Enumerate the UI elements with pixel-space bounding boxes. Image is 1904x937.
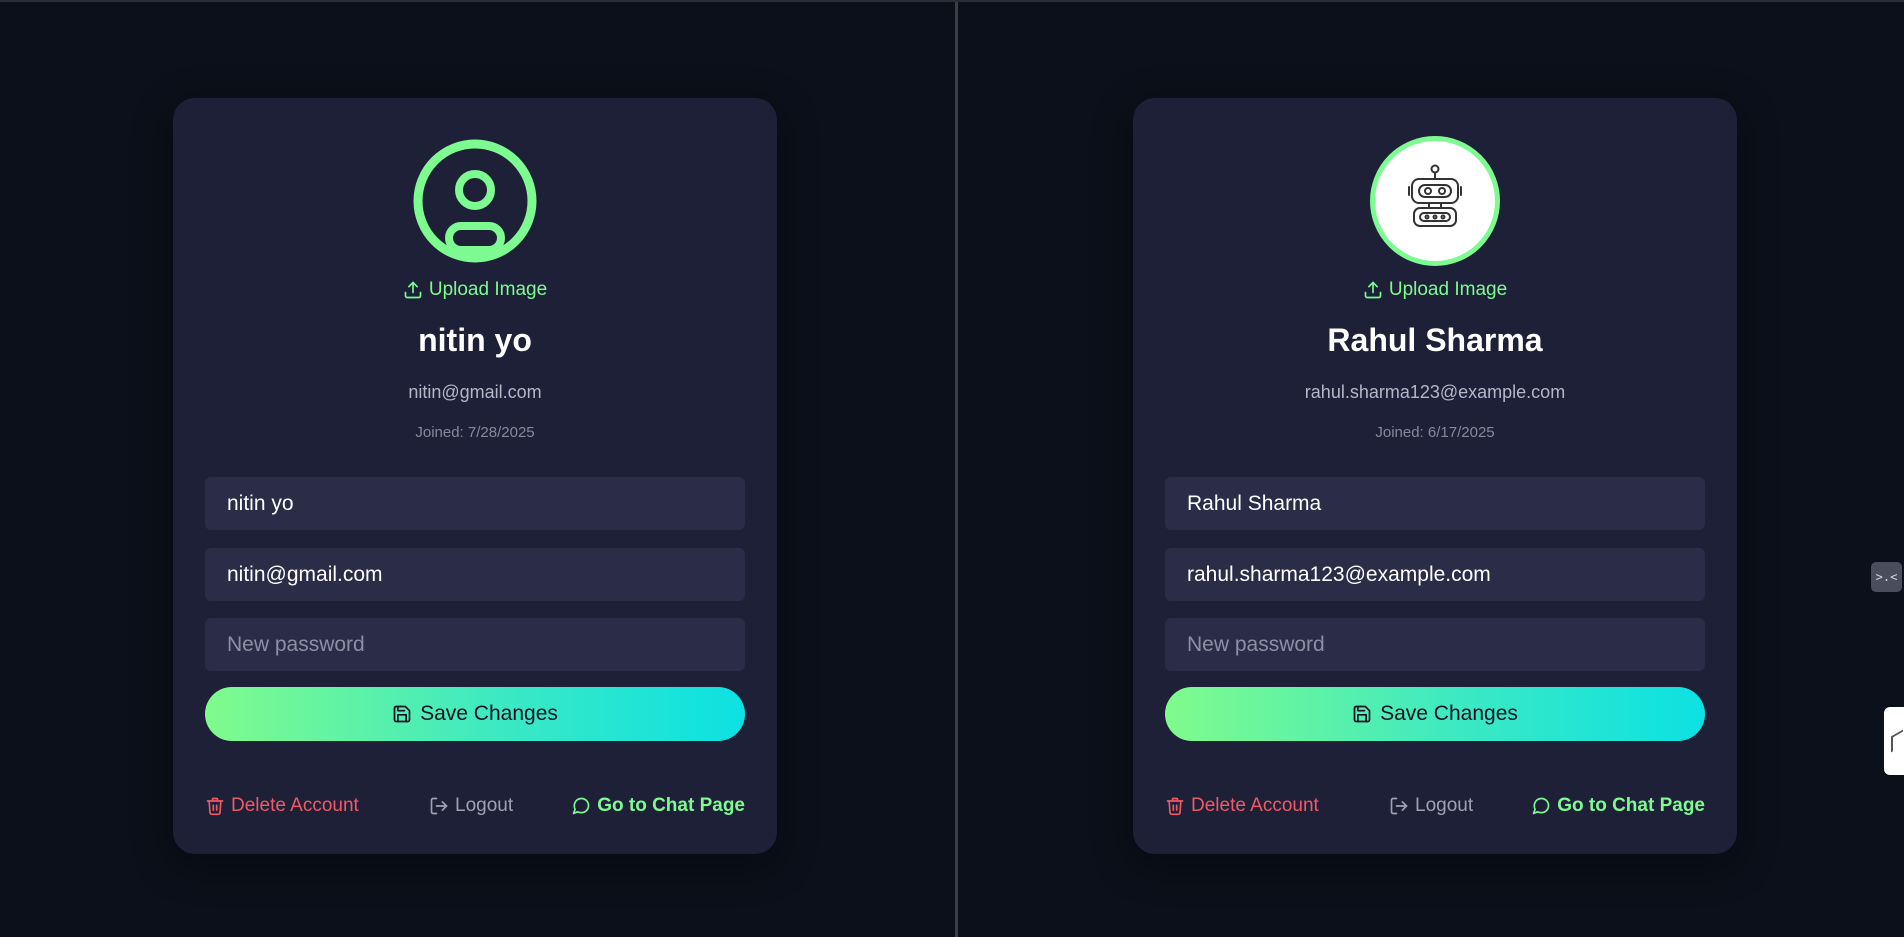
upload-image-button[interactable]: Upload Image	[173, 279, 777, 301]
new-password-field[interactable]	[1165, 618, 1705, 671]
save-icon	[1353, 705, 1371, 723]
account-actions: Delete Account Logout Go to Chat Page	[205, 795, 745, 819]
chevron-icon	[1891, 729, 1903, 753]
floating-widget-label: >.<	[1875, 570, 1898, 584]
delete-account-label: Delete Account	[231, 795, 359, 816]
floating-widget-button[interactable]: >.<	[1871, 562, 1902, 592]
chat-bubble-icon	[572, 797, 590, 815]
trash-icon	[1166, 797, 1184, 816]
avatar	[1370, 136, 1500, 266]
upload-image-label: Upload Image	[428, 279, 548, 300]
delete-account-button[interactable]: Delete Account	[205, 795, 359, 817]
profile-card: Upload Image nitin yo nitin@gmail.com Jo…	[173, 98, 777, 854]
save-changes-button[interactable]: Save Changes	[1165, 687, 1705, 741]
save-changes-label: Save Changes	[420, 702, 558, 725]
name-field[interactable]	[1165, 477, 1705, 530]
logout-icon	[1390, 797, 1408, 815]
profile-name: nitin yo	[418, 322, 532, 358]
logout-button[interactable]: Logout	[429, 795, 513, 817]
joined-date: Joined: 7/28/2025	[415, 424, 535, 441]
upload-icon	[1364, 281, 1382, 299]
left-pane: Upload Image nitin yo nitin@gmail.com Jo…	[0, 2, 955, 937]
save-icon	[393, 705, 411, 723]
robot-icon	[1408, 164, 1462, 227]
go-to-chat-button[interactable]: Go to Chat Page	[1531, 795, 1705, 817]
right-pane: Upload Image Rahul Sharma rahul.sharma12…	[958, 2, 1904, 937]
name-field[interactable]	[205, 477, 745, 530]
delete-account-button[interactable]: Delete Account	[1165, 795, 1319, 817]
profile-email: rahul.sharma123@example.com	[1304, 382, 1566, 402]
go-to-chat-label: Go to Chat Page	[597, 795, 745, 816]
upload-icon	[404, 281, 422, 299]
email-field[interactable]	[205, 548, 745, 601]
new-password-field[interactable]	[205, 618, 745, 671]
go-to-chat-button[interactable]: Go to Chat Page	[571, 795, 745, 817]
profile-name: Rahul Sharma	[1327, 322, 1543, 358]
upload-image-label: Upload Image	[1388, 279, 1508, 300]
delete-account-label: Delete Account	[1191, 795, 1319, 816]
upload-image-button[interactable]: Upload Image	[1133, 279, 1737, 301]
logout-button[interactable]: Logout	[1389, 795, 1473, 817]
chat-bubble-icon	[1532, 797, 1550, 815]
joined-date: Joined: 6/17/2025	[1375, 424, 1495, 441]
profile-email: nitin@gmail.com	[408, 382, 542, 402]
email-field[interactable]	[1165, 548, 1705, 601]
avatar	[410, 136, 540, 266]
go-to-chat-label: Go to Chat Page	[1557, 795, 1705, 816]
logout-label: Logout	[1415, 795, 1474, 816]
screen: Upload Image nitin yo nitin@gmail.com Jo…	[0, 0, 1904, 937]
logout-icon	[430, 797, 448, 815]
account-actions: Delete Account Logout Go to Chat Page	[1165, 795, 1705, 819]
side-drawer-tab[interactable]	[1884, 707, 1904, 775]
logout-label: Logout	[455, 795, 514, 816]
profile-card: Upload Image Rahul Sharma rahul.sharma12…	[1133, 98, 1737, 854]
save-changes-button[interactable]: Save Changes	[205, 687, 745, 741]
save-changes-label: Save Changes	[1380, 702, 1518, 725]
trash-icon	[206, 797, 224, 816]
default-user-icon	[413, 139, 537, 263]
